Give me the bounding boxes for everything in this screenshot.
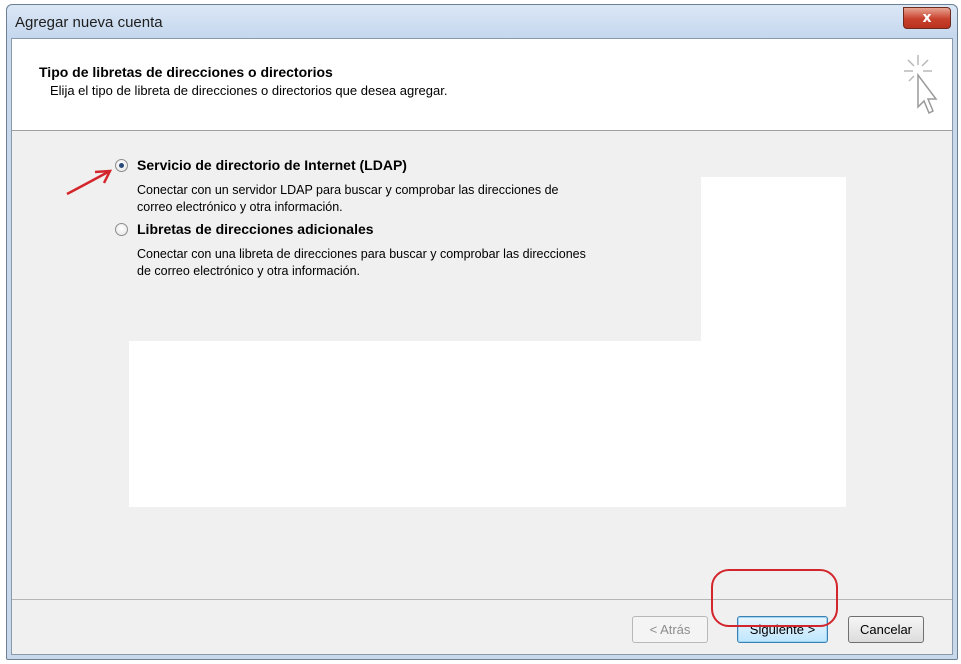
ldap-label[interactable]: Servicio de directorio de Internet (LDAP… [137, 157, 407, 173]
ldap-description: Conectar con un servidor LDAP para busca… [137, 182, 677, 216]
additional-address-books-radio[interactable] [115, 223, 128, 236]
close-icon: x [922, 10, 932, 26]
additional-address-books-description: Conectar con una libreta de direcciones … [137, 246, 677, 280]
wizard-header: Tipo de libretas de direcciones o direct… [12, 39, 952, 131]
window-title: Agregar nueva cuenta [15, 14, 163, 31]
ldap-description-line1: Conectar con un servidor LDAP para busca… [137, 183, 559, 197]
wizard-cursor-icon [904, 55, 938, 115]
title-bar[interactable]: Agregar nueva cuenta x [7, 5, 957, 38]
header-subtitle: Elija el tipo de libreta de direcciones … [50, 83, 448, 98]
additional-description-line2: de correo electrónico y otra información… [137, 264, 361, 278]
dialog-window: Agregar nueva cuenta x Tipo de libretas … [6, 4, 958, 660]
ldap-radio[interactable] [115, 159, 128, 172]
close-button[interactable]: x [903, 7, 951, 29]
annotation-arrow [66, 169, 113, 196]
next-button-annotation-circle [711, 569, 838, 627]
cancel-button[interactable]: Cancelar [848, 616, 924, 643]
additional-description-line1: Conectar con una libreta de direcciones … [137, 247, 586, 261]
additional-address-books-label[interactable]: Libretas de direcciones adicionales [137, 221, 374, 237]
back-button[interactable]: < Atrás [632, 616, 708, 643]
header-title: Tipo de libretas de direcciones o direct… [39, 64, 333, 80]
dialog-content: Tipo de libretas de direcciones o direct… [11, 38, 953, 655]
ldap-description-line2: correo electrónico y otra información. [137, 200, 343, 214]
redacted-area-bottom [129, 341, 846, 507]
